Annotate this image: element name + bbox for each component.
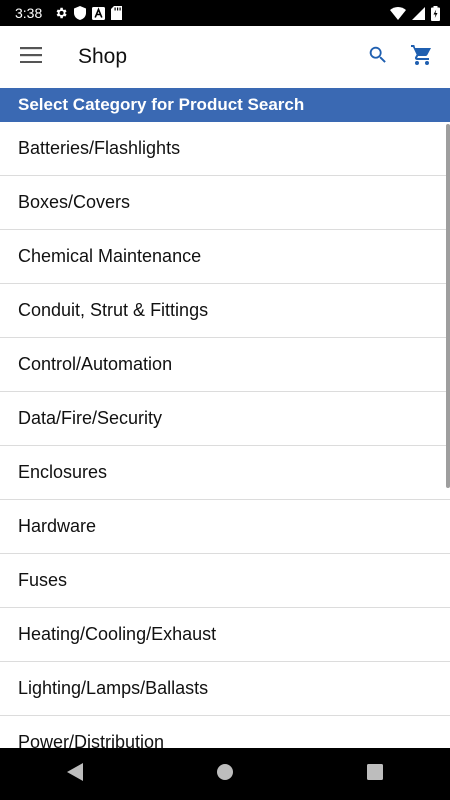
menu-button[interactable]: [0, 26, 62, 88]
category-item-power-distribution[interactable]: Power/Distribution: [0, 716, 450, 748]
cart-button[interactable]: [400, 35, 444, 79]
category-item-lighting-lamps-ballasts[interactable]: Lighting/Lamps/Ballasts: [0, 662, 450, 716]
gear-icon: [54, 6, 68, 20]
category-item-conduit-strut-fittings[interactable]: Conduit, Strut & Fittings: [0, 284, 450, 338]
category-item-heating-cooling-exhaust[interactable]: Heating/Cooling/Exhaust: [0, 608, 450, 662]
status-time: 3:38: [15, 5, 43, 21]
cart-icon: [410, 43, 434, 72]
category-header: Select Category for Product Search: [0, 88, 450, 122]
status-bar: 3:38: [0, 0, 450, 26]
sd-card-icon: [111, 6, 123, 20]
battery-charging-icon: [431, 5, 440, 21]
category-list: Batteries/Flashlights Boxes/Covers Chemi…: [0, 122, 450, 748]
category-item-batteries-flashlights[interactable]: Batteries/Flashlights: [0, 122, 450, 176]
nav-bar: [0, 748, 450, 800]
category-item-chemical-maintenance[interactable]: Chemical Maintenance: [0, 230, 450, 284]
back-icon: [67, 762, 83, 786]
a-box-icon: [92, 6, 106, 20]
category-item-fuses[interactable]: Fuses: [0, 554, 450, 608]
category-item-data-fire-security[interactable]: Data/Fire/Security: [0, 392, 450, 446]
category-item-enclosures[interactable]: Enclosures: [0, 446, 450, 500]
status-left-icons: [54, 6, 123, 20]
scrollbar[interactable]: [446, 124, 450, 488]
app-bar-actions: [356, 35, 444, 79]
category-item-boxes-covers[interactable]: Boxes/Covers: [0, 176, 450, 230]
wifi-icon: [390, 6, 406, 20]
recents-icon: [367, 763, 383, 785]
search-button[interactable]: [356, 35, 400, 79]
shield-icon: [74, 6, 87, 20]
category-item-control-automation[interactable]: Control/Automation: [0, 338, 450, 392]
back-button[interactable]: [49, 748, 101, 800]
category-item-hardware[interactable]: Hardware: [0, 500, 450, 554]
app-bar: Shop: [0, 26, 450, 88]
status-right-icons: [390, 5, 440, 21]
search-icon: [367, 44, 389, 71]
cell-signal-icon: [412, 6, 425, 20]
home-icon: [216, 763, 234, 786]
home-button[interactable]: [199, 748, 251, 800]
recents-button[interactable]: [349, 748, 401, 800]
menu-icon: [20, 46, 42, 68]
page-title: Shop: [78, 45, 128, 68]
